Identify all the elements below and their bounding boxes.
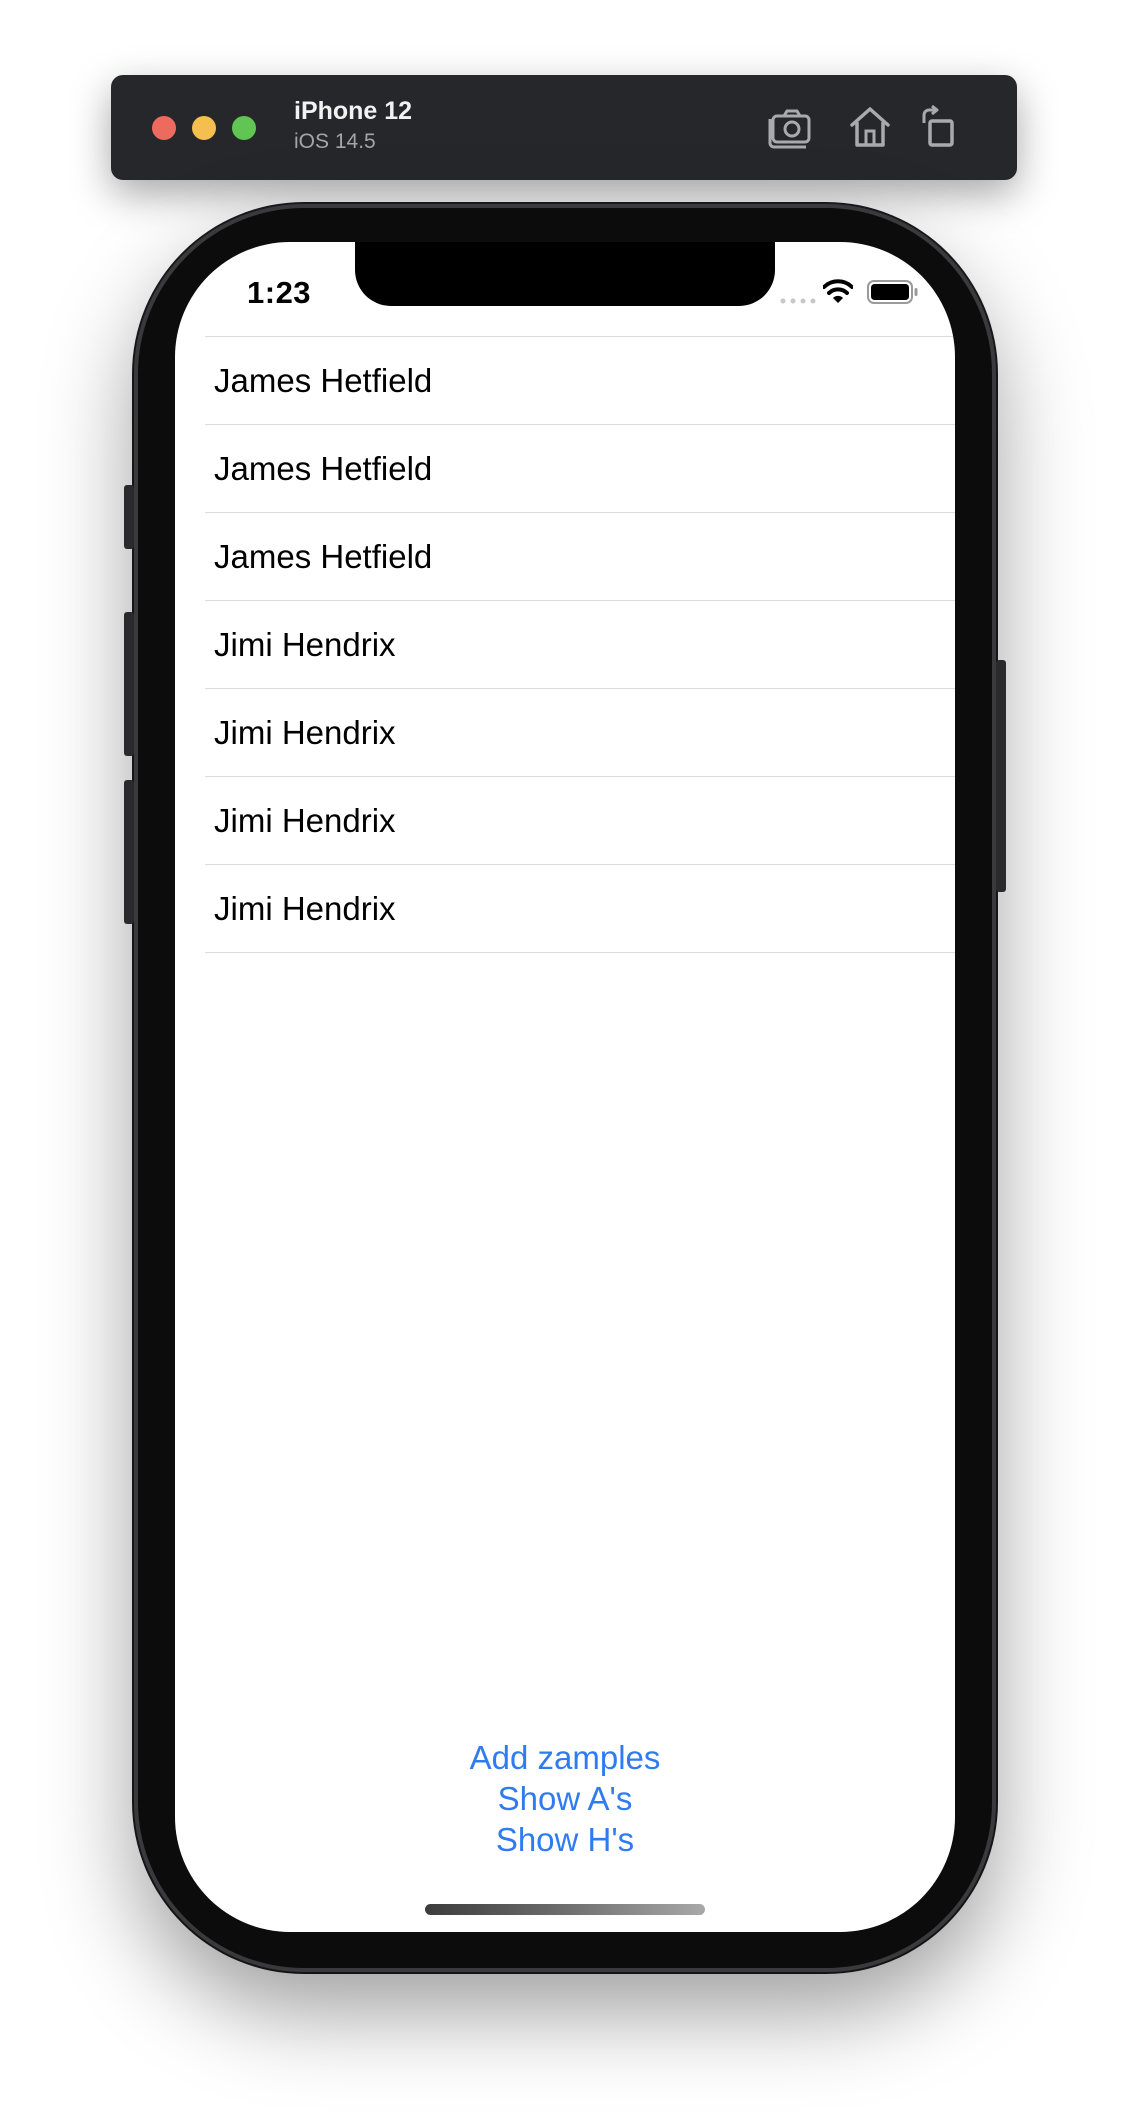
volume-down-button bbox=[124, 780, 134, 924]
volume-up-button bbox=[124, 612, 134, 756]
table-row[interactable]: Jimi Hendrix bbox=[205, 601, 955, 689]
table-row[interactable]: Jimi Hendrix bbox=[205, 865, 955, 953]
row-label: James Hetfield bbox=[214, 537, 433, 575]
table-row[interactable]: James Hetfield bbox=[205, 337, 955, 425]
table-row[interactable]: James Hetfield bbox=[205, 425, 955, 513]
add-samples-button[interactable]: Add zamples bbox=[470, 1737, 661, 1778]
mute-switch bbox=[124, 485, 134, 549]
wifi-icon bbox=[823, 279, 853, 303]
home-indicator[interactable] bbox=[425, 1904, 705, 1915]
table-row[interactable]: James Hetfield bbox=[205, 513, 955, 601]
minimize-window-button[interactable] bbox=[192, 116, 216, 140]
simulator-title-bar: iPhone 12 iOS 14.5 bbox=[111, 75, 1017, 180]
show-a-button[interactable]: Show A's bbox=[498, 1778, 633, 1819]
home-icon[interactable] bbox=[846, 103, 894, 151]
names-table: James Hetfield James Hetfield James Hetf… bbox=[205, 336, 955, 953]
table-row[interactable]: Jimi Hendrix bbox=[205, 689, 955, 777]
device-screen: 1:23 James Hetfield James Hetfield James… bbox=[175, 242, 955, 1932]
battery-icon bbox=[867, 280, 918, 304]
rotate-icon[interactable] bbox=[916, 103, 964, 151]
zoom-window-button[interactable] bbox=[232, 116, 256, 140]
os-version: iOS 14.5 bbox=[294, 130, 376, 153]
row-label: Jimi Hendrix bbox=[214, 625, 396, 663]
cellular-signal-icon bbox=[780, 298, 816, 304]
row-label: James Hetfield bbox=[214, 449, 433, 487]
action-buttons: Add zamples Show A's Show H's bbox=[175, 1737, 955, 1860]
status-bar-time: 1:23 bbox=[247, 275, 312, 310]
device-name: iPhone 12 bbox=[294, 97, 413, 125]
close-window-button[interactable] bbox=[152, 116, 176, 140]
row-label: James Hetfield bbox=[214, 361, 433, 399]
screenshot-icon[interactable] bbox=[768, 103, 816, 151]
table-row[interactable]: Jimi Hendrix bbox=[205, 777, 955, 865]
notch bbox=[355, 242, 775, 306]
power-button bbox=[996, 660, 1006, 892]
show-h-button[interactable]: Show H's bbox=[496, 1819, 634, 1860]
row-label: Jimi Hendrix bbox=[214, 889, 396, 927]
row-label: Jimi Hendrix bbox=[214, 713, 396, 751]
row-label: Jimi Hendrix bbox=[214, 801, 396, 839]
